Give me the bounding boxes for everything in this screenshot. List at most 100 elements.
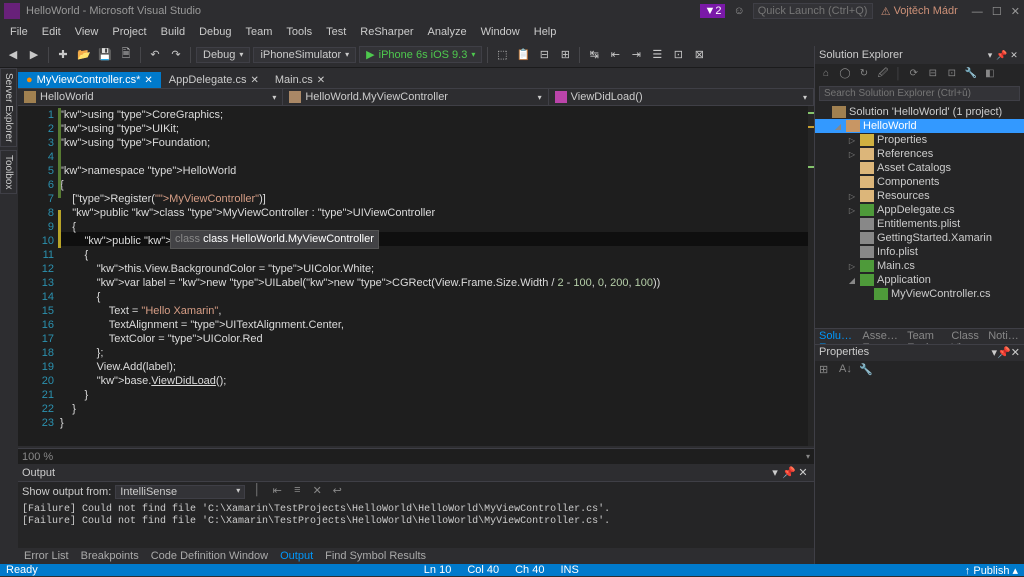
tb-icon-6[interactable]: ⇤ <box>606 46 624 64</box>
panel-tab[interactable]: Class View <box>947 329 984 344</box>
menu-build[interactable]: Build <box>155 24 191 40</box>
tree-node[interactable]: GettingStarted.Xamarin <box>815 231 1024 245</box>
menu-view[interactable]: View <box>69 24 105 40</box>
new-project-icon[interactable]: ✚ <box>54 46 72 64</box>
nav-member[interactable]: ViewDidLoad() <box>549 89 814 105</box>
signed-in-user[interactable]: Vojtěch Mádr <box>881 5 958 18</box>
line-number[interactable]: 4 <box>20 150 54 164</box>
tree-node[interactable]: Components <box>815 175 1024 189</box>
tree-node[interactable]: ▷References <box>815 147 1024 161</box>
line-number[interactable]: 12 <box>20 262 54 276</box>
se-showall-icon[interactable]: ⊡ <box>945 67 959 81</box>
minimize-button[interactable]: — <box>972 6 983 18</box>
se-sync-icon[interactable]: ↻ <box>857 67 871 81</box>
menu-test[interactable]: Test <box>320 24 352 40</box>
tree-node[interactable]: MyViewController.cs <box>815 287 1024 301</box>
tb-icon-9[interactable]: ⊡ <box>669 46 687 64</box>
close-button[interactable]: ✕ <box>1011 6 1020 18</box>
panel-tab[interactable]: Team Explo… <box>903 329 947 344</box>
bottom-tab[interactable]: Error List <box>18 549 75 563</box>
line-number[interactable]: 2 <box>20 122 54 136</box>
menu-resharper[interactable]: ReSharper <box>354 24 419 40</box>
line-number[interactable]: 21 <box>20 388 54 402</box>
toolbox-tab[interactable]: Toolbox <box>0 150 17 194</box>
menu-file[interactable]: File <box>4 24 34 40</box>
line-number[interactable]: 7 <box>20 192 54 206</box>
se-pin-icon[interactable]: 📌 <box>996 50 1008 61</box>
menu-debug[interactable]: Debug <box>193 24 237 40</box>
props-pin-icon[interactable]: 📌 <box>997 346 1011 360</box>
line-number[interactable]: 1 <box>20 108 54 122</box>
se-collapse-icon[interactable]: ⊟ <box>926 67 940 81</box>
line-number[interactable]: 17 <box>20 332 54 346</box>
bottom-tab[interactable]: Breakpoints <box>75 549 145 563</box>
se-i4[interactable]: 🖉 <box>876 67 890 81</box>
line-number[interactable]: 14 <box>20 290 54 304</box>
menu-window[interactable]: Window <box>475 24 526 40</box>
bottom-tab[interactable]: Find Symbol Results <box>319 549 432 563</box>
se-dropdown-icon[interactable]: ▾ <box>984 50 996 61</box>
quick-launch-input[interactable] <box>753 3 873 19</box>
zoom-combo[interactable]: 100 % <box>18 448 814 464</box>
se-props-icon[interactable]: 🔧 <box>964 67 978 81</box>
props-cat-icon[interactable]: ⊞ <box>819 363 835 379</box>
props-az-icon[interactable]: A↓ <box>839 363 855 379</box>
menu-team[interactable]: Team <box>240 24 279 40</box>
start-debug-button[interactable]: ▶ iPhone 6s iOS 9.3 <box>359 46 482 63</box>
undo-icon[interactable]: ↶ <box>146 46 164 64</box>
tree-node[interactable]: ▷Resources <box>815 189 1024 203</box>
nav-back-icon[interactable]: ◀ <box>4 46 22 64</box>
output-clear-icon[interactable]: ✕ <box>309 484 325 500</box>
line-number[interactable]: 18 <box>20 346 54 360</box>
tab-close-icon[interactable]: ✕ <box>317 75 325 86</box>
line-number[interactable]: 3 <box>20 136 54 150</box>
line-number[interactable]: 11 <box>20 248 54 262</box>
feedback-icon[interactable]: ☺ <box>733 5 744 17</box>
line-number[interactable]: 15 <box>20 304 54 318</box>
line-number[interactable]: 22 <box>20 402 54 416</box>
output-ico-1[interactable]: │ <box>249 484 265 500</box>
se-preview-icon[interactable]: ◧ <box>983 67 997 81</box>
tb-icon-2[interactable]: 📋 <box>514 46 532 64</box>
tree-node[interactable]: ◢HelloWorld <box>815 119 1024 133</box>
line-number[interactable]: 6 <box>20 178 54 192</box>
props-close-icon[interactable]: ✕ <box>1011 346 1020 360</box>
menu-tools[interactable]: Tools <box>280 24 318 40</box>
tab-close-icon[interactable]: ✕ <box>144 75 152 86</box>
tree-node[interactable]: Info.plist <box>815 245 1024 259</box>
tree-node[interactable]: ▷Properties <box>815 133 1024 147</box>
line-number[interactable]: 19 <box>20 360 54 374</box>
tb-icon-1[interactable]: ⬚ <box>493 46 511 64</box>
se-close-icon[interactable]: ✕ <box>1008 50 1020 61</box>
server-explorer-tab[interactable]: Server Explorer <box>0 68 17 147</box>
menu-analyze[interactable]: Analyze <box>421 24 472 40</box>
save-icon[interactable]: 💾 <box>96 46 114 64</box>
line-number[interactable]: 20 <box>20 374 54 388</box>
line-number[interactable]: 10 <box>20 234 54 248</box>
tree-node[interactable]: ▷AppDelegate.cs <box>815 203 1024 217</box>
output-dropdown-icon[interactable]: ▾ <box>768 466 782 479</box>
bottom-tab[interactable]: Output <box>274 549 319 563</box>
config-combo[interactable]: Debug <box>196 47 250 63</box>
maximize-button[interactable]: ☐ <box>992 6 1002 18</box>
se-refresh-icon[interactable]: ⟳ <box>907 67 921 81</box>
doc-tab[interactable]: AppDelegate.cs ✕ <box>161 72 267 88</box>
platform-combo[interactable]: iPhoneSimulator <box>253 47 356 63</box>
tree-node[interactable]: ▷Main.cs <box>815 259 1024 273</box>
bottom-tab[interactable]: Code Definition Window <box>145 549 274 563</box>
status-publish[interactable]: ↑ Publish ▴ <box>965 564 1018 577</box>
output-text[interactable]: [Failure] Could not find file 'C:\Xamari… <box>18 502 814 548</box>
doc-tab[interactable]: Main.cs ✕ <box>267 72 333 88</box>
tree-node[interactable]: Entitlements.plist <box>815 217 1024 231</box>
code-editor[interactable]: "kw">using "type">CoreGraphics; "kw">usi… <box>60 106 814 446</box>
output-close-icon[interactable]: ✕ <box>796 466 810 479</box>
tab-close-icon[interactable]: ✕ <box>250 75 258 86</box>
output-wrap-icon[interactable]: ↩ <box>329 484 345 500</box>
line-number[interactable]: 23 <box>20 416 54 430</box>
se-search-input[interactable] <box>819 86 1020 101</box>
menu-edit[interactable]: Edit <box>36 24 67 40</box>
props-page-icon[interactable]: 🔧 <box>859 363 875 379</box>
tb-icon-4[interactable]: ⊞ <box>556 46 574 64</box>
line-number[interactable]: 13 <box>20 276 54 290</box>
open-icon[interactable]: 📂 <box>75 46 93 64</box>
